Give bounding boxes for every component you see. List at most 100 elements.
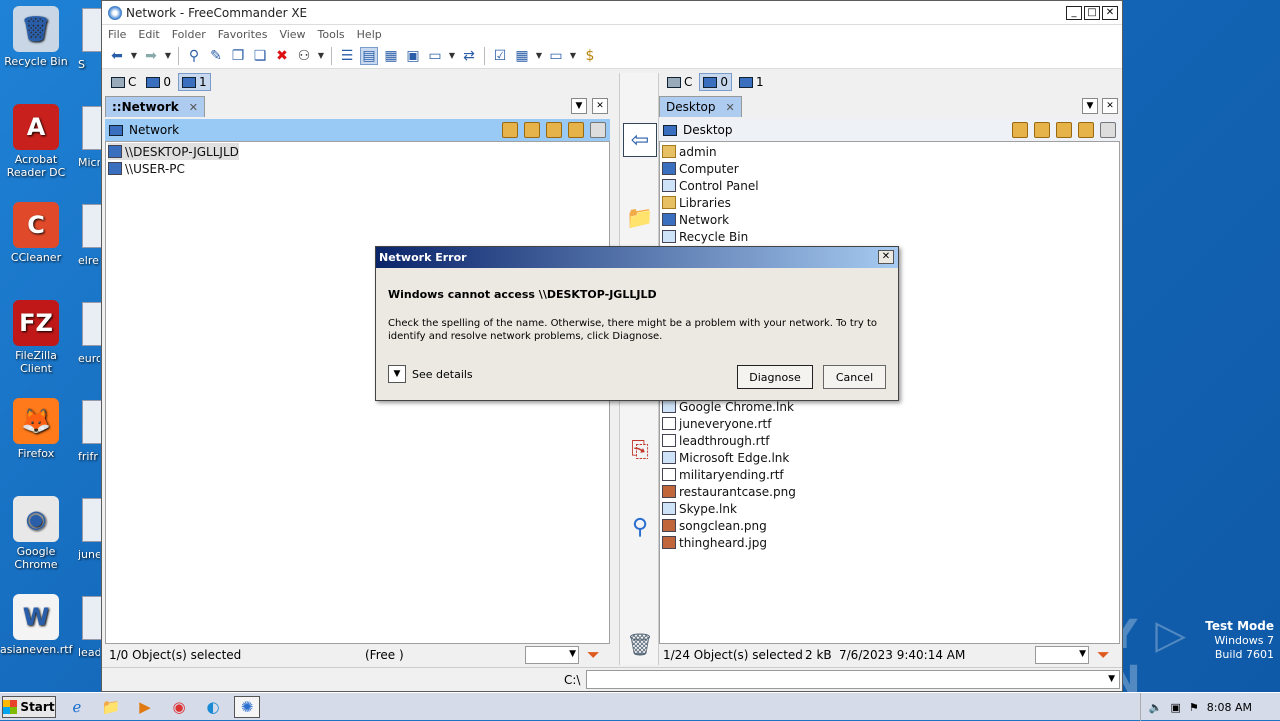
drive-c[interactable]: C <box>108 73 139 91</box>
partial-file-icon[interactable] <box>82 204 102 248</box>
list-item[interactable]: militaryending.rtf <box>662 466 784 483</box>
filter-combo[interactable]: ▼ <box>1035 646 1089 664</box>
list-item[interactable]: Control Panel <box>662 177 759 194</box>
cancel-button[interactable]: Cancel <box>823 365 886 389</box>
copy-path-icon[interactable] <box>590 122 606 138</box>
desktop-icon-1[interactable]: A Acrobat Reader DC <box>0 104 72 179</box>
close-tab-icon[interactable]: ✕ <box>726 101 735 114</box>
action-center-flag-icon[interactable]: ⚑ <box>1189 701 1199 714</box>
details-view-icon[interactable]: ▤ <box>360 46 378 65</box>
dialog-close-button[interactable]: ✕ <box>878 250 894 264</box>
history-icon[interactable] <box>502 122 518 138</box>
delete-icon[interactable]: ✖ <box>273 47 291 65</box>
dropdown-icon[interactable]: ▼ <box>535 47 543 65</box>
ie-icon[interactable]: ℯ <box>64 696 90 718</box>
back-arrow-icon[interactable]: ⬅ <box>108 47 126 65</box>
swap-panels-icon[interactable]: ⇦ <box>623 123 657 157</box>
recycle-bin-icon[interactable]: 🗑 <box>623 628 657 662</box>
list-item[interactable]: Computer <box>662 160 739 177</box>
see-details-toggle[interactable]: ▼ See details <box>388 365 473 383</box>
left-path-bar[interactable]: Network <box>105 119 610 141</box>
partial-file-icon[interactable] <box>82 498 102 542</box>
partial-file-icon[interactable] <box>82 400 102 444</box>
layout-icon[interactable]: ▭ <box>426 47 444 65</box>
list-item[interactable]: songclean.png <box>662 517 767 534</box>
desktop-icon-2[interactable]: C CCleaner <box>0 202 72 264</box>
favorites-icon[interactable] <box>524 122 540 138</box>
root-folder-icon[interactable] <box>1078 122 1094 138</box>
right-path-bar[interactable]: Desktop <box>659 119 1120 141</box>
menu-view[interactable]: View <box>279 28 305 41</box>
explorer-icon[interactable]: 📁 <box>98 696 124 718</box>
up-folder-icon[interactable] <box>546 122 562 138</box>
drive-0[interactable]: 0 <box>143 73 174 91</box>
desktop-icon-3[interactable]: FZ FileZilla Client <box>0 300 72 375</box>
drive-c[interactable]: C <box>664 73 695 91</box>
minimize-button[interactable]: _ <box>1066 6 1082 20</box>
tree-view-icon[interactable]: ☰ <box>338 47 356 65</box>
desktop-icon-6[interactable]: Wasianeven.rtf <box>0 594 72 656</box>
dialog-title-bar[interactable]: Network Error <box>376 247 898 268</box>
list-item[interactable]: Recycle Bin <box>662 228 748 245</box>
chevron-down-icon[interactable]: ▼ <box>1108 674 1115 684</box>
partial-file-icon[interactable] <box>82 106 102 150</box>
menu-folder[interactable]: Folder <box>172 28 206 41</box>
menu-tools[interactable]: Tools <box>318 28 345 41</box>
list-item[interactable]: Skype.lnk <box>662 500 737 517</box>
close-tab-button[interactable]: ✕ <box>1102 98 1118 114</box>
dropdown-icon[interactable]: ▼ <box>569 47 577 65</box>
list-item[interactable]: thingheard.jpg <box>662 534 767 551</box>
filter-icon[interactable]: ⏷ <box>1097 647 1113 663</box>
checklist-icon[interactable]: ☑ <box>491 47 509 65</box>
chevron-down-icon[interactable]: ▼ <box>388 365 406 383</box>
desktop-icon-5[interactable]: ◉ Google Chrome <box>0 496 72 571</box>
history-icon[interactable] <box>1012 122 1028 138</box>
menu-favorites[interactable]: Favorites <box>218 28 268 41</box>
filter-icon[interactable]: ⏷ <box>587 647 603 663</box>
menu-help[interactable]: Help <box>357 28 382 41</box>
volume-icon[interactable]: 🔈 <box>1149 701 1163 714</box>
list-item[interactable]: juneveryone.rtf <box>662 415 771 432</box>
dropdown-icon[interactable]: ▼ <box>130 47 138 65</box>
search-icon[interactable]: ⚲ <box>623 510 657 544</box>
close-tab-icon[interactable]: ✕ <box>189 101 198 114</box>
drive-1[interactable]: 1 <box>178 73 211 91</box>
title-bar[interactable]: Network - FreeCommander XE _ □ ✕ <box>102 1 1122 25</box>
root-folder-icon[interactable] <box>568 122 584 138</box>
binoculars-icon[interactable]: ⚇ <box>295 47 313 65</box>
grid-icon[interactable]: ▦ <box>513 47 531 65</box>
desktop-icon-4[interactable]: 🦊 Firefox <box>0 398 72 460</box>
partial-file-icon[interactable] <box>82 302 102 346</box>
copy-icon[interactable]: ❐ <box>229 47 247 65</box>
up-folder-icon[interactable] <box>1056 122 1072 138</box>
desktop-icon-0[interactable]: 🗑 Recycle Bin <box>0 6 72 68</box>
sync-icon[interactable]: ⇄ <box>460 47 478 65</box>
copy-files-icon[interactable]: ⎘ <box>623 433 657 467</box>
window-icon[interactable]: ▭ <box>547 47 565 65</box>
thumbnail-view-icon[interactable]: ▣ <box>404 47 422 65</box>
script-icon[interactable]: $ <box>581 47 599 65</box>
new-folder-icon[interactable]: 📁 <box>623 201 657 235</box>
list-item[interactable]: restaurantcase.png <box>662 483 796 500</box>
edit-icon[interactable]: ✎ <box>207 47 225 65</box>
dropdown-icon[interactable]: ▼ <box>317 47 325 65</box>
list-item[interactable]: leadthrough.rtf <box>662 432 770 449</box>
close-tab-button[interactable]: ✕ <box>592 98 608 114</box>
edge-icon[interactable]: ◐ <box>200 696 226 718</box>
favorites-icon[interactable] <box>1034 122 1050 138</box>
tab-list-button[interactable]: ▼ <box>1082 98 1098 114</box>
drive-1[interactable]: 1 <box>736 73 767 91</box>
diagnose-button[interactable]: Diagnose <box>737 365 813 389</box>
search-icon[interactable]: ⚲ <box>185 47 203 65</box>
partial-file-icon[interactable] <box>82 8 102 52</box>
network-tray-icon[interactable]: ▣ <box>1171 701 1181 714</box>
freecommander-taskbar-icon[interactable]: ✺ <box>234 695 260 718</box>
list-item[interactable]: Libraries <box>662 194 731 211</box>
list-item[interactable]: \\USER-PC <box>108 160 185 177</box>
media-player-icon[interactable]: ▶ <box>132 696 158 718</box>
maximize-button[interactable]: □ <box>1084 6 1100 20</box>
partial-file-icon[interactable] <box>82 596 102 640</box>
menu-edit[interactable]: Edit <box>138 28 159 41</box>
copy-path-icon[interactable] <box>1100 122 1116 138</box>
list-item[interactable]: Network <box>662 211 729 228</box>
